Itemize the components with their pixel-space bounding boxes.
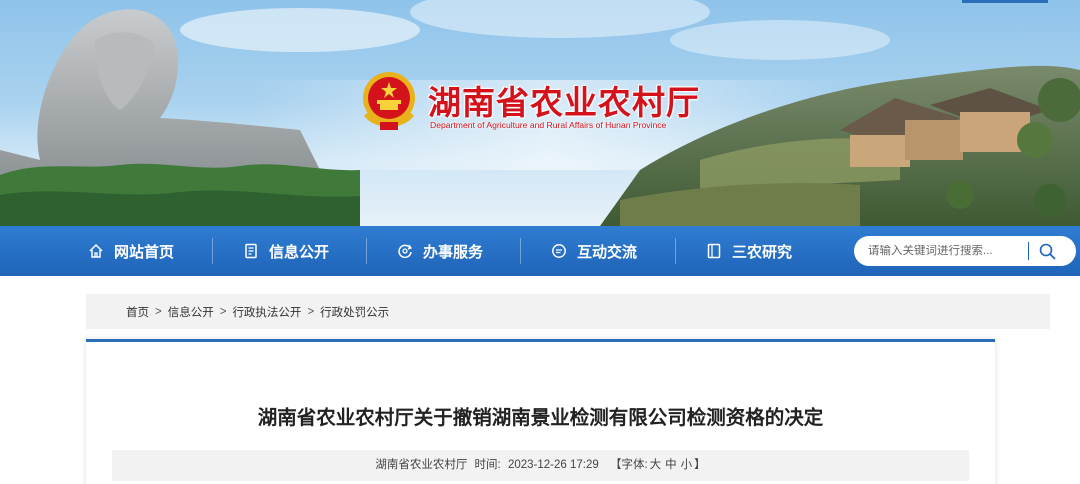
nav-divider	[212, 238, 213, 264]
font-size-label: 【字体:	[609, 459, 648, 471]
top-accent-strip	[962, 0, 1048, 3]
nav-item-home[interactable]: 网站首页	[88, 226, 174, 276]
breadcrumb-penalty-notice[interactable]: 行政处罚公示	[320, 304, 389, 320]
search-input[interactable]	[868, 245, 1028, 257]
breadcrumb: 首页 > 信息公开 > 行政执法公开 > 行政处罚公示	[86, 294, 1050, 329]
breadcrumb-home[interactable]: 首页	[126, 304, 149, 320]
search-box	[854, 236, 1076, 266]
document-icon	[245, 243, 257, 259]
article-panel: 湖南省农业农村厅关于撤销湖南景业检测有限公司检测资格的决定 湖南省农业农村厅 时…	[86, 339, 995, 484]
nav-item-research[interactable]: 三农研究	[706, 226, 792, 276]
service-icon	[398, 244, 413, 259]
nav-divider	[366, 238, 367, 264]
article-source: 湖南省农业农村厅	[375, 459, 468, 471]
font-size-medium[interactable]: 中	[665, 459, 677, 471]
font-size-small[interactable]: 小	[681, 459, 693, 471]
font-size-large[interactable]: 大	[650, 459, 662, 471]
publish-time: 2023-12-26 17:29	[507, 459, 599, 471]
national-emblem-icon	[363, 72, 415, 130]
article-meta: 湖南省农业农村厅 时间: 2023-12-26 17:29 【字体: 大中小】	[112, 450, 969, 481]
breadcrumb-law-enforcement[interactable]: 行政执法公开	[232, 304, 301, 320]
breadcrumb-separator: >	[155, 305, 162, 318]
search-button[interactable]	[1029, 236, 1065, 266]
time-label: 时间:	[474, 459, 501, 471]
nav-divider	[520, 238, 521, 264]
breadcrumb-separator: >	[219, 305, 227, 318]
nav-item-service[interactable]: 办事服务	[397, 226, 483, 276]
nav-item-info[interactable]: 信息公开	[243, 226, 329, 276]
chat-icon	[552, 244, 566, 258]
site-subtitle: Department of Agriculture and Rural Affa…	[430, 120, 667, 130]
book-icon	[707, 243, 721, 259]
nav-item-label: 办事服务	[423, 243, 484, 261]
nav-divider	[675, 238, 676, 264]
breadcrumb-info-public[interactable]: 信息公开	[168, 304, 214, 320]
site-title: 湖南省农业农村厅	[428, 83, 700, 122]
nav-item-label: 信息公开	[269, 243, 330, 261]
header-banner: 湖南省农业农村厅 Department of Agriculture and R…	[0, 0, 1080, 226]
site-logo[interactable]: 湖南省农业农村厅 Department of Agriculture and R…	[360, 70, 720, 136]
home-icon	[89, 243, 103, 258]
article-title: 湖南省农业农村厅关于撤销湖南景业检测有限公司检测资格的决定	[257, 406, 824, 429]
search-icon	[1039, 243, 1055, 259]
nav-item-interact[interactable]: 互动交流	[551, 226, 637, 276]
breadcrumb-separator: >	[307, 305, 315, 318]
nav-item-label: 互动交流	[577, 243, 638, 261]
nav-item-label: 网站首页	[114, 243, 175, 261]
nav-item-label: 三农研究	[732, 243, 793, 261]
font-size-close: 】	[694, 459, 706, 471]
